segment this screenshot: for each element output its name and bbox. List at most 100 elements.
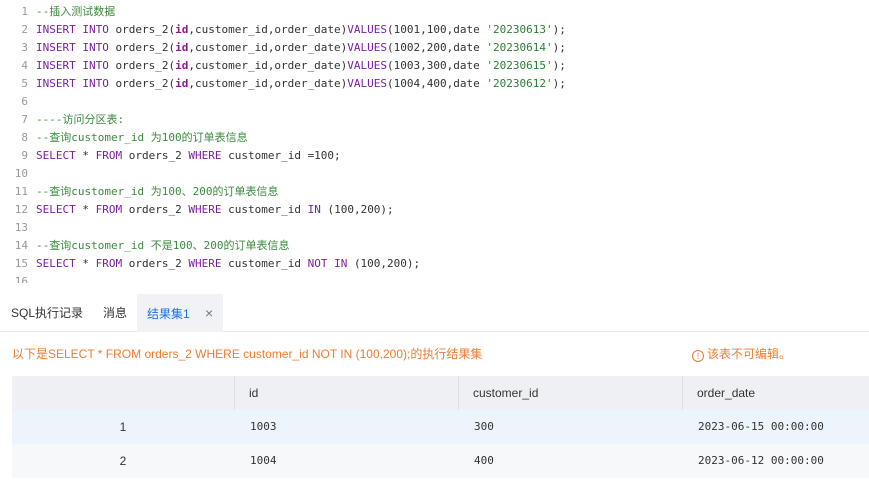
code-text: --查询customer_id 为100的订单表信息 (36, 129, 248, 147)
code-text: INSERT INTO orders_2(id,customer_id,orde… (36, 57, 566, 75)
cell-id[interactable]: 1003 (234, 410, 458, 444)
read-only-notice: ! 该表不可编辑。 (691, 345, 791, 362)
row-number-header (12, 376, 234, 410)
code-token: NOT IN (307, 257, 354, 270)
cell-order-date[interactable]: 2023-06-12 00:00:00 (682, 444, 869, 478)
row-number: 1 (119, 420, 127, 434)
code-token: id (175, 59, 189, 72)
code-token: orders_2( (115, 77, 176, 90)
line-number: 3 (21, 41, 28, 54)
code-token: '20230615' (486, 59, 553, 72)
code-token: id (175, 41, 189, 54)
code-text: --查询customer_id 不是100、200的订单表信息 (36, 237, 289, 255)
code-line[interactable]: 9 SELECT * FROM orders_2 WHERE customer_i… (0, 147, 869, 165)
code-line[interactable]: 16 (0, 273, 869, 283)
code-token: customer_id =100; (228, 149, 341, 162)
column-header-id[interactable]: id (234, 376, 458, 410)
cell-customer-id[interactable]: 300 (458, 410, 682, 444)
line-number: 6 (21, 95, 28, 108)
tab-sql-history[interactable]: SQL执行记录 (11, 294, 83, 332)
column-header-customer-id[interactable]: customer_id (458, 376, 682, 410)
code-token: WHERE (188, 257, 229, 270)
code-token: SELECT (36, 257, 83, 270)
line-number: 10 (14, 167, 28, 180)
line-number: 8 (21, 131, 28, 144)
code-token: (100,200); (327, 203, 394, 216)
line-number: 5 (21, 77, 28, 90)
column-header-order-date[interactable]: order_date (682, 376, 869, 410)
code-token: * (82, 203, 96, 216)
code-token: orders_2( (115, 23, 176, 36)
code-line[interactable]: 5 INSERT INTO orders_2(id,customer_id,ord… (0, 75, 869, 93)
sql-editor[interactable]: 1 --插入测试数据 2 INSERT INTO orders_2(id,custom… (0, 0, 869, 283)
code-token: ,customer_id,order_date) (188, 23, 348, 36)
line-number: 4 (21, 59, 28, 72)
code-token: --查询customer_id 为100的订单表信息 (36, 131, 248, 144)
code-line[interactable]: 8 --查询customer_id 为100的订单表信息 (0, 129, 869, 147)
cell-id[interactable]: 1004 (234, 444, 458, 478)
code-line[interactable]: 12 SELECT * FROM orders_2 WHERE customer_… (0, 201, 869, 219)
code-token: customer_id (228, 203, 308, 216)
code-token: FROM (95, 203, 129, 216)
code-token: ----访问分区表: (36, 113, 125, 126)
tab-result-set-1-label: 结果集1 (147, 307, 190, 321)
code-line[interactable]: 1 --插入测试数据 (0, 3, 869, 21)
code-text: SELECT * FROM orders_2 WHERE customer_id… (36, 255, 420, 273)
code-token: '20230614' (486, 41, 553, 54)
code-token: INSERT INTO (36, 23, 116, 36)
code-token: INSERT INTO (36, 77, 116, 90)
code-text: INSERT INTO orders_2(id,customer_id,orde… (36, 75, 566, 93)
line-number: 12 (14, 203, 28, 216)
code-line[interactable]: 2 INSERT INTO orders_2(id,customer_id,ord… (0, 21, 869, 39)
info-circle-icon: ! (691, 350, 704, 362)
code-line[interactable]: 10 (0, 165, 869, 183)
code-token: orders_2 (128, 203, 189, 216)
code-token: VALUES (347, 59, 388, 72)
code-token: (1004,400,date (387, 77, 487, 90)
code-token: id (175, 77, 189, 90)
line-number: 16 (14, 275, 28, 283)
code-text: SELECT * FROM orders_2 WHERE customer_id… (36, 201, 394, 219)
code-line[interactable]: 7 ----访问分区表: (0, 111, 869, 129)
line-number: 9 (21, 149, 28, 162)
code-token: VALUES (347, 23, 388, 36)
code-line[interactable]: 14 --查询customer_id 不是100、200的订单表信息 (0, 237, 869, 255)
code-line[interactable]: 13 (0, 219, 869, 237)
code-text: ----访问分区表: (36, 111, 124, 129)
code-token: ,customer_id,order_date) (188, 77, 348, 90)
code-line[interactable]: 11 --查询customer_id 为100、200的订单表信息 (0, 183, 869, 201)
code-line[interactable]: 6 (0, 93, 869, 111)
close-icon[interactable]: × (205, 305, 213, 321)
line-number: 11 (14, 185, 28, 198)
code-token: FROM (95, 149, 129, 162)
code-token: (1001,100,date (387, 23, 487, 36)
grid-header-row: id customer_id order_date (12, 376, 869, 410)
code-text: --插入测试数据 (36, 3, 115, 21)
code-token: ); (552, 41, 566, 54)
code-line[interactable]: 3 INSERT INTO orders_2(id,customer_id,ord… (0, 39, 869, 57)
code-token: * (82, 149, 96, 162)
code-token: (1002,200,date (387, 41, 487, 54)
line-number: 1 (21, 5, 28, 18)
code-line[interactable]: 15 SELECT * FROM orders_2 WHERE customer_… (0, 255, 869, 273)
code-token: (1003,300,date (387, 59, 487, 72)
code-token: ,customer_id,order_date) (188, 59, 348, 72)
cell-order-date[interactable]: 2023-06-15 00:00:00 (682, 410, 869, 444)
code-line[interactable]: 4 INSERT INTO orders_2(id,customer_id,ord… (0, 57, 869, 75)
code-token: --插入测试数据 (36, 5, 116, 18)
code-token: ); (552, 77, 566, 90)
table-row[interactable]: 2 1004 400 2023-06-12 00:00:00 (12, 444, 869, 478)
tab-result-set-1[interactable]: 结果集1 × (137, 294, 224, 332)
code-token: VALUES (347, 77, 388, 90)
table-row[interactable]: 1 1003 300 2023-06-15 00:00:00 (12, 410, 869, 444)
tab-messages[interactable]: 消息 (103, 294, 127, 332)
line-number: 7 (21, 113, 28, 126)
cell-customer-id[interactable]: 400 (458, 444, 682, 478)
code-token: orders_2 (128, 149, 189, 162)
read-only-text: 该表不可编辑。 (706, 347, 791, 361)
code-text: --查询customer_id 为100、200的订单表信息 (36, 183, 278, 201)
code-token: '20230612' (486, 77, 553, 90)
code-token: ); (552, 59, 566, 72)
code-token: --查询customer_id 不是100、200的订单表信息 (36, 239, 290, 252)
code-text: SELECT * FROM orders_2 WHERE customer_id… (36, 147, 341, 165)
